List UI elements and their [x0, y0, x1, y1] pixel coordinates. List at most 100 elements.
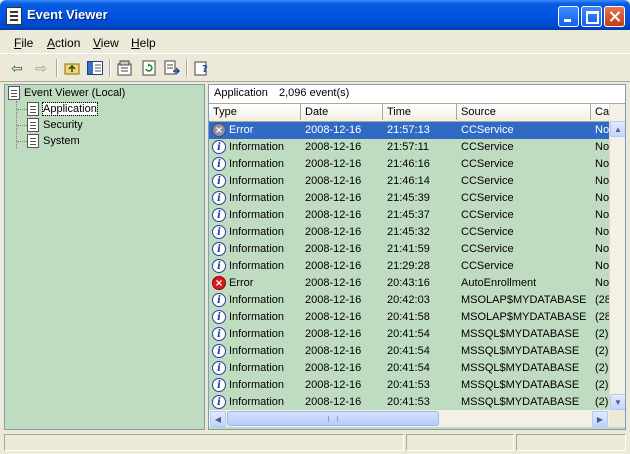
column-header-type[interactable]: Type — [209, 104, 301, 120]
horizontal-scroll-thumb[interactable] — [227, 411, 439, 426]
event-row[interactable]: i Information 2008-12-16 21:46:14 CCService N… — [209, 173, 609, 190]
cell-date: 2008-12-16 — [305, 328, 362, 340]
tree-connector — [17, 125, 27, 126]
cell-time: 21:57:13 — [387, 124, 430, 136]
column-headers: Type Date Time Source Ca — [209, 104, 609, 122]
event-log-icon — [27, 118, 39, 133]
cell-date: 2008-12-16 — [305, 294, 362, 306]
cell-date: 2008-12-16 — [305, 379, 362, 391]
tree-item-label: System — [43, 135, 80, 147]
event-row[interactable]: i Information 2008-12-16 21:45:32 CCService N… — [209, 224, 609, 241]
info-icon: i — [212, 327, 226, 341]
menu-action[interactable]: Action — [47, 36, 80, 50]
event-row[interactable]: i Information 2008-12-16 20:41:54 MSSQL$MYDA… — [209, 326, 609, 343]
info-icon: i — [212, 242, 226, 256]
pane-header: Application 2,096 event(s) — [209, 85, 625, 104]
event-row[interactable]: i Information 2008-12-16 20:41:53 MSSQL$MYDA… — [209, 394, 609, 411]
cell-source: CCService — [461, 158, 514, 170]
scroll-left-button[interactable]: ◀ — [210, 411, 226, 427]
tree-connector — [17, 141, 27, 142]
column-header-time[interactable]: Time — [383, 104, 457, 120]
back-icon[interactable]: ⇦ — [8, 60, 26, 76]
cell-type: Information — [229, 345, 285, 357]
cell-source: MSSQL$MYDATABASE — [461, 345, 580, 357]
tree-item-system[interactable]: System — [27, 133, 80, 149]
event-row[interactable]: i Information 2008-12-16 20:41:58 MSOLAP$MYD… — [209, 309, 611, 326]
cell-date: 2008-12-16 — [305, 396, 362, 408]
tree-item-application[interactable]: Application — [27, 101, 98, 117]
error-icon: × — [212, 123, 226, 137]
info-icon: i — [212, 378, 226, 392]
cell-type: Information — [229, 226, 285, 238]
scroll-right-button[interactable]: ▶ — [592, 411, 608, 427]
cell-type: Information — [229, 209, 285, 221]
export-list-icon[interactable] — [163, 60, 181, 76]
cell-type: Error — [229, 277, 254, 289]
event-log-icon — [27, 102, 39, 117]
event-row[interactable]: i Information 2008-12-16 21:57:11 CCService N… — [209, 139, 609, 156]
event-row[interactable]: × Error 2008-12-16 21:57:13 CCService No — [209, 122, 609, 139]
toolbar: ⇦ ⇨ ? — [0, 53, 630, 82]
event-row[interactable]: i Information 2008-12-16 20:42:03 MSOLAP$MYD… — [209, 292, 611, 309]
cell-time: 20:41:54 — [387, 345, 430, 357]
info-icon: i — [212, 225, 226, 239]
info-icon: i — [212, 157, 226, 171]
title-bar[interactable]: Event Viewer — [0, 0, 630, 30]
cell-type: Information — [229, 362, 285, 374]
menu-file[interactable]: File — [14, 36, 33, 50]
column-header-category[interactable]: Ca — [591, 104, 609, 120]
menu-view[interactable]: View — [93, 36, 119, 50]
tree-connector — [17, 109, 27, 110]
cell-type: Information — [229, 311, 285, 323]
info-icon: i — [212, 174, 226, 188]
cell-source: CCService — [461, 226, 514, 238]
column-header-source[interactable]: Source — [457, 104, 591, 120]
scroll-down-button[interactable]: ▼ — [610, 394, 625, 410]
refresh-icon[interactable] — [140, 60, 158, 76]
cell-date: 2008-12-16 — [305, 260, 362, 272]
cell-source: MSSQL$MYDATABASE — [461, 396, 580, 408]
cell-source: AutoEnrollment — [461, 277, 537, 289]
scroll-up-button[interactable]: ▲ — [610, 121, 625, 137]
event-list-pane: Application 2,096 event(s) Type Date Tim… — [208, 84, 626, 430]
cell-type: Information — [229, 192, 285, 204]
menu-bar: File Action View Help — [0, 32, 630, 52]
cell-type: Information — [229, 260, 285, 272]
up-folder-icon[interactable] — [63, 60, 81, 76]
column-header-date[interactable]: Date — [301, 104, 383, 120]
properties-icon[interactable] — [116, 60, 134, 76]
horizontal-scrollbar[interactable]: ◀ ▶ — [209, 410, 609, 427]
tree-item-label: Application — [42, 102, 98, 116]
cell-date: 2008-12-16 — [305, 192, 362, 204]
event-row[interactable]: i Information 2008-12-16 20:41:54 MSSQL$MYDA… — [209, 360, 609, 377]
vertical-scrollbar[interactable]: ▲ ▼ — [609, 104, 625, 410]
tree-item-security[interactable]: Security — [27, 117, 83, 133]
cell-source: CCService — [461, 141, 514, 153]
menu-help[interactable]: Help — [131, 36, 156, 50]
event-viewer-window: Event Viewer File Action View Help ⇦ ⇨ ?… — [0, 0, 630, 454]
cell-source: CCService — [461, 243, 514, 255]
info-icon: i — [212, 293, 226, 307]
event-row[interactable]: i Information 2008-12-16 20:41:53 MSSQL$MYDA… — [209, 377, 609, 394]
help-icon[interactable]: ? — [193, 60, 211, 76]
event-row[interactable]: × Error 2008-12-16 20:43:16 AutoEnrollment No — [209, 275, 609, 292]
show-hide-tree-icon[interactable] — [86, 60, 104, 76]
event-row[interactable]: i Information 2008-12-16 21:29:28 CCService N… — [209, 258, 609, 275]
tree-item-event-viewer-local[interactable]: Event Viewer (Local) — [8, 85, 125, 101]
toolbar-separator — [186, 59, 188, 77]
event-row[interactable]: i Information 2008-12-16 21:46:16 CCService N… — [209, 156, 609, 173]
close-button[interactable] — [604, 6, 625, 27]
event-count: 2,096 event(s) — [279, 87, 350, 99]
event-row[interactable]: i Information 2008-12-16 20:41:54 MSSQL$MYDA… — [209, 343, 609, 360]
event-row[interactable]: i Information 2008-12-16 21:45:39 CCService N… — [209, 190, 609, 207]
forward-icon[interactable]: ⇨ — [32, 60, 50, 76]
minimize-button[interactable] — [558, 6, 579, 27]
event-log-icon — [27, 134, 39, 149]
cell-source: MSSQL$MYDATABASE — [461, 328, 580, 340]
cell-date: 2008-12-16 — [305, 141, 362, 153]
info-icon: i — [212, 310, 226, 324]
maximize-button[interactable] — [581, 6, 602, 27]
event-row[interactable]: i Information 2008-12-16 21:41:59 CCService N… — [209, 241, 609, 258]
event-row[interactable]: i Information 2008-12-16 21:45:37 CCService N… — [209, 207, 609, 224]
cell-time: 20:41:53 — [387, 396, 430, 408]
